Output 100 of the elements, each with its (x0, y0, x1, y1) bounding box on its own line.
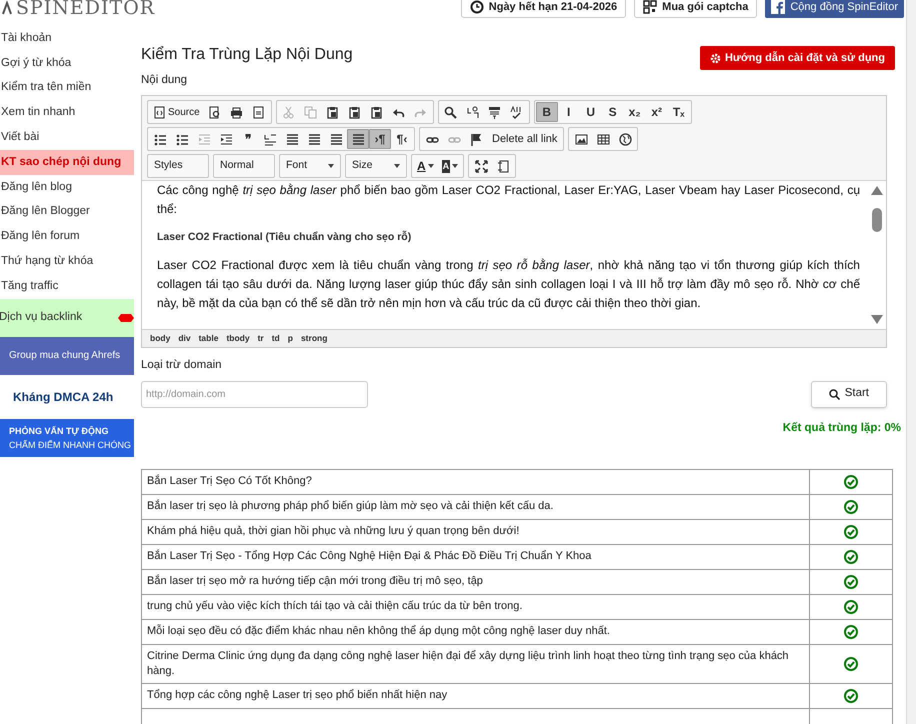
banner-text: CHẤM ĐIỂM NHANH CHÓNG (9, 438, 132, 452)
toolbar-button[interactable]: ›¶ (369, 129, 391, 150)
path-item[interactable]: table (198, 332, 218, 346)
search-icon (444, 106, 458, 119)
facebook-icon (771, 0, 786, 14)
header-button[interactable]: Cộng đồng SpinEditor (765, 0, 904, 18)
paragraph: Các công nghệ trị sẹo bằng laser phổ biến bao gồm Laser CO2 Fractional, Laser Er:YAG, Laser Vbeam hay Laser Picosecond, cụ thể: (157, 182, 860, 218)
table-cell: Bắn laser trị sẹo là phương pháp phổ biến giúp làm mờ sẹo và cải thiện kết cấu da. (142, 494, 810, 520)
banner[interactable]: Group mua chung Ahrefs (0, 336, 134, 375)
toolbar-button[interactable]: A (413, 156, 438, 176)
toolbar-button[interactable]: Tₓ (668, 102, 690, 122)
toolbar-button[interactable]: B (536, 102, 558, 122)
banner-text: Group mua chung Ahrefs (9, 349, 122, 364)
toolbar-button[interactable]: U (580, 102, 602, 122)
toolbar-button[interactable]: ❞ (237, 129, 259, 150)
heading-text: Laser CO2 Fractional (Tiêu chuẩn vàng cho sẹo rỗ) (157, 230, 412, 246)
paragraph: Laser CO2 Fractional được xem là tiêu chuẩn vàng trong trị sẹo rỗ bằng laser, nhờ khả năng tạo vi tổn thương giúp kích thích collagen tái tạo sâu dưới da. Năng lượng laser giúp thúc đẩy sản sinh collagen loại I và III hỗ trợ làm đầy mô sẹo rỗ. Nhờ cơ chế này, bề mặt da của bạn có thể sẽ dần trở nên mịn hơn và cấu trúc da cũ được cải thiện theo thời gian. (157, 257, 860, 312)
toolbar-button[interactable]: S (602, 102, 624, 122)
header-button[interactable]: Ngày hết hạn 21-04-2026 (460, 0, 626, 18)
toolbar-button[interactable] (347, 129, 369, 150)
dropdown[interactable]: Normal (215, 156, 273, 176)
align-icon (330, 132, 342, 146)
table-cell: Bắn Laser Trị Sẹo Có Tốt Không? (142, 469, 810, 494)
caret-icon (428, 164, 434, 168)
clock-icon (470, 0, 484, 14)
path-item[interactable]: div (178, 332, 191, 346)
scroll-thumb[interactable] (872, 208, 882, 232)
path-item[interactable]: body (150, 332, 170, 346)
path-item[interactable]: strong (300, 332, 328, 346)
path-item[interactable]: td (272, 332, 280, 346)
indent-icon (220, 132, 232, 146)
toolbar-button[interactable]: x² (646, 102, 668, 122)
caret-icon (328, 164, 334, 168)
logo-icon (2, 1, 12, 16)
sidebar-item[interactable]: Gợi ý từ khóa (0, 50, 134, 76)
page-title: Kiểm Tra Trùng Lặp Nội Dung (141, 45, 353, 65)
sidebar-item[interactable]: Kiểm tra tên miền (0, 76, 134, 100)
sidebar-item[interactable]: Thứ hạng từ khóa (0, 249, 134, 274)
field-label: Nội dung (141, 73, 188, 88)
sidebar-item[interactable]: Xem tin nhanh (0, 100, 134, 126)
help-button[interactable]: Hướng dẫn cài đặt và sử dụng (700, 46, 895, 70)
toolbar-button[interactable]: Delete all link (487, 129, 562, 150)
sidebar-item[interactable]: Đăng lên forum (0, 224, 134, 250)
header-button[interactable]: Mua gói captcha (634, 0, 758, 18)
toolbar-button[interactable]: x₂ (624, 102, 646, 122)
spellcheck-icon (510, 106, 524, 119)
code-page-icon (153, 106, 166, 119)
sidebar-item[interactable]: Đăng lên Blogger (0, 200, 134, 224)
table-cell: Citrine Derma Clinic ứng dụng đa dạng công nghệ laser hiện đại để xây dựng liệu trình linh hoạt theo từng tình trạng sẹo của khách hàng. (142, 644, 810, 684)
toolbar-button[interactable]: ¶‹ (391, 129, 413, 150)
table-cell: Khám phá hiệu quả, thời gian hồi phục và những lưu ý quan trọng bên dưới! (142, 519, 810, 544)
qr-code-icon (643, 0, 658, 14)
sidebar-item[interactable]: Đăng lên blog (0, 174, 134, 200)
table-cell: Tổng hợp các công nghệ Laser trị sẹo phổ biến nhất hiện nay (142, 683, 810, 708)
gear-icon (710, 52, 721, 64)
page-magnifier-icon (208, 106, 222, 119)
banner-text: PHỎNG VẤN TỰ ĐỘNG (9, 424, 110, 438)
domain-field[interactable]: http://domain.com (141, 380, 368, 408)
scrollbar[interactable] (906, 0, 916, 724)
sidebar-item[interactable]: Dịch vụ backlink (0, 298, 134, 337)
dropdown[interactable]: Size (347, 156, 405, 176)
table-icon (596, 132, 610, 146)
sidebar-item[interactable]: Tài khoản (0, 26, 134, 51)
banner[interactable]: PHỎNG VẤN TỰ ĐỘNG CHẤM ĐIỂM NHANH CHÓNG (0, 418, 134, 457)
result-text: Kết quả trùng lặp: 0% (782, 420, 901, 436)
sidebar-item[interactable]: Tăng traffic (0, 274, 134, 299)
dropdown[interactable]: Font (281, 156, 339, 176)
align-icon (286, 132, 298, 146)
flag-icon (470, 132, 482, 146)
dropdown[interactable]: Styles (149, 156, 207, 176)
sidebar-item[interactable]: KT sao chép nội dung (0, 150, 134, 175)
printer-icon (230, 106, 244, 119)
sidebar-item[interactable]: Viết bài (0, 125, 134, 150)
banner-text: Kháng DMCA 24h (13, 388, 114, 406)
path-item[interactable]: tr (258, 332, 264, 346)
indent-icon (198, 132, 210, 146)
caret-icon (452, 164, 458, 168)
image-icon (574, 132, 588, 146)
maximize-icon (474, 160, 488, 173)
clipboard-icon (348, 106, 362, 119)
path-item[interactable]: tbody (226, 332, 250, 346)
select-all-icon (488, 106, 502, 119)
page-icon (252, 106, 266, 119)
toolbar-button[interactable]: A (438, 156, 462, 176)
copy-icon (304, 106, 318, 119)
toolbar-button[interactable]: I (558, 102, 580, 122)
list-icon (176, 132, 188, 146)
list-icon (154, 132, 166, 146)
path-item[interactable]: p (288, 332, 293, 346)
scissors-icon (282, 106, 296, 119)
table-cell: Bắn laser trị sẹo mở ra hướng tiếp cận mới trong điều trị mô sẹo, tập (142, 569, 810, 594)
table-cell: Mỗi loại sẹo đều có đặc điểm khác nhau nên không thể áp dụng một công nghệ laser duy nhất. (142, 619, 810, 644)
globe-icon (618, 132, 632, 146)
blocks-icon (496, 160, 510, 173)
search-icon (828, 388, 840, 400)
logo-text: SPINEDITOR (16, 0, 156, 21)
scroll-up-icon (871, 185, 883, 196)
toolbar-button[interactable]: Source (149, 102, 204, 122)
start-button[interactable]: Start (810, 380, 887, 408)
new-badge-icon (118, 312, 134, 323)
